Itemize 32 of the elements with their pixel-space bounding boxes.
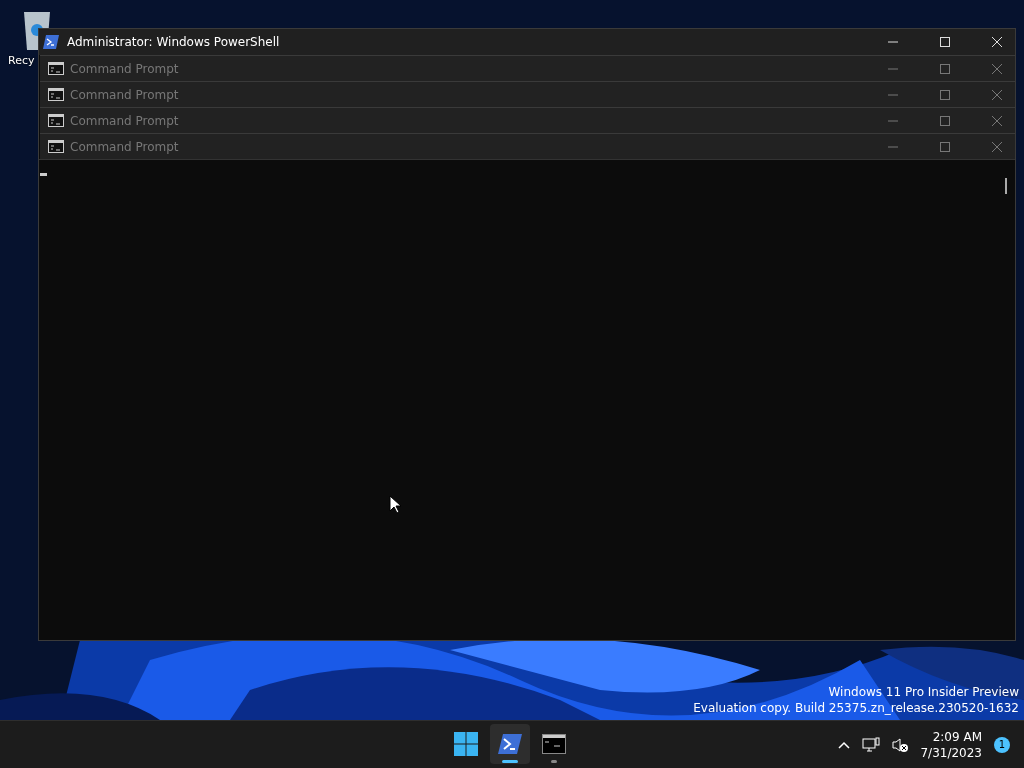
text-cursor <box>40 173 47 176</box>
window-titlebar[interactable]: Administrator: Windows PowerShell <box>39 29 1015 55</box>
window-titlebar[interactable]: Command Prompt <box>40 107 1015 133</box>
terminal-icon <box>48 140 64 153</box>
terminal-icon <box>48 62 64 75</box>
terminal-icon <box>48 88 64 101</box>
terminal-icon <box>48 114 64 127</box>
mouse-pointer-icon <box>389 495 401 514</box>
terminal-icon <box>542 734 566 754</box>
muted-speaker-icon[interactable] <box>892 736 909 753</box>
window-titlebar[interactable]: Command Prompt <box>40 81 1015 107</box>
window-title: Administrator: Windows PowerShell <box>67 35 280 49</box>
window-title: Command Prompt <box>70 87 179 102</box>
window-title: Command Prompt <box>70 139 179 154</box>
window-titlebar[interactable]: Command Prompt <box>40 55 1015 81</box>
scrollbar-thumb[interactable] <box>1005 178 1007 194</box>
clock[interactable]: 2:09 AM 7/31/2023 <box>920 728 982 761</box>
windows-logo-icon <box>454 732 478 756</box>
evaluation-notice: Evaluation copy. Build 25375.zn_release.230520-1632 <box>693 700 1019 716</box>
evaluation-notice: Windows 11 Pro Insider Preview <box>828 684 1019 700</box>
window-titlebar[interactable]: Command Prompt <box>40 133 1015 159</box>
powershell-icon <box>43 35 59 49</box>
window-title: Command Prompt <box>70 113 179 128</box>
clock-date: 7/31/2023 <box>920 744 982 761</box>
desktop-icon-label: Recy <box>8 54 35 67</box>
powershell-icon <box>498 734 522 754</box>
network-icon[interactable] <box>862 736 881 753</box>
chevron-up-icon[interactable] <box>838 740 851 749</box>
notification-badge[interactable]: 1 <box>994 736 1010 753</box>
window-title: Command Prompt <box>70 61 179 76</box>
taskbar-button[interactable] <box>490 724 530 764</box>
clock-time: 2:09 AM <box>932 728 982 745</box>
